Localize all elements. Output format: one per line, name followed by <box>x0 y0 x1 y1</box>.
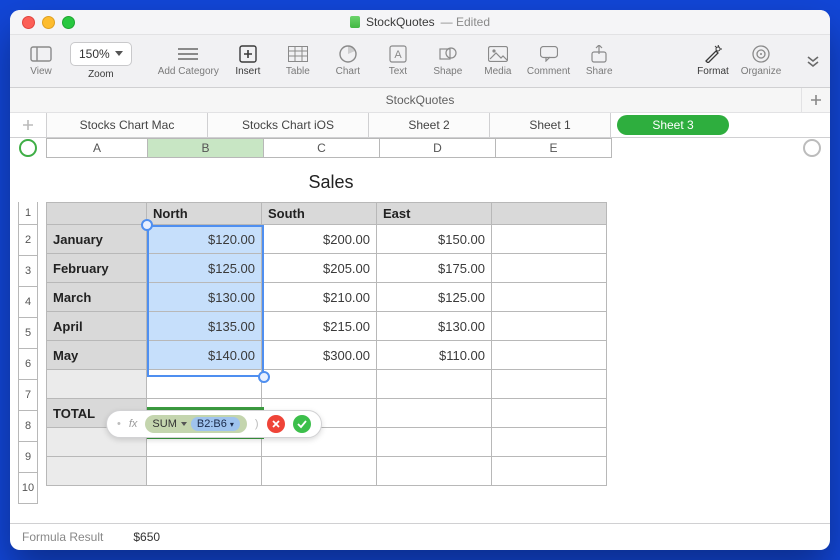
row-header-7[interactable]: 7 <box>18 380 38 411</box>
toolbar: View 150% Zoom Add Category Insert Table… <box>10 35 830 88</box>
sheet-tab-4[interactable]: Sheet 3 <box>617 115 729 135</box>
table-row: March $130.00 $210.00 $125.00 <box>47 283 607 312</box>
circle-icon <box>19 139 37 157</box>
footer: Formula Result $650 <box>10 523 830 550</box>
circle-icon <box>803 139 821 157</box>
header-north[interactable]: North <box>147 203 262 225</box>
row-header-9[interactable]: 9 <box>18 442 38 473</box>
row-header-4[interactable]: 4 <box>18 287 38 318</box>
insert-button[interactable]: Insert <box>227 45 269 77</box>
cancel-formula-button[interactable] <box>267 415 285 433</box>
minimize-button[interactable] <box>42 16 55 29</box>
row-header-2[interactable]: 2 <box>18 225 38 256</box>
zoom-control[interactable]: 150% Zoom <box>70 42 132 80</box>
column-header-row: A B C D E <box>10 138 830 158</box>
sheet-tab-3[interactable]: Sheet 1 <box>490 113 611 137</box>
sheet-canvas[interactable]: Sales North South East January $120.00 $… <box>46 158 830 523</box>
row-header-3[interactable]: 3 <box>18 256 38 287</box>
header-blank[interactable] <box>47 203 147 225</box>
bullet-icon: • <box>117 418 121 430</box>
format-button[interactable]: Format <box>692 45 734 77</box>
footer-label: Formula Result <box>22 530 103 544</box>
col-header-A[interactable]: A <box>46 138 148 158</box>
table-row: April $135.00 $215.00 $130.00 <box>47 312 607 341</box>
chart-button[interactable]: Chart <box>327 45 369 77</box>
formula-arg[interactable]: B2:B6▾ <box>191 417 240 431</box>
view-button[interactable]: View <box>20 45 62 77</box>
table-row: February $125.00 $205.00 $175.00 <box>47 254 607 283</box>
sheet-tab-1[interactable]: Stocks Chart iOS <box>208 113 369 137</box>
window: StockQuotes — Edited View 150% Zoom Add … <box>10 10 830 550</box>
selection-handle-top[interactable] <box>141 219 153 231</box>
col-header-C[interactable]: C <box>264 138 380 158</box>
add-doc-button[interactable] <box>801 88 830 112</box>
table-handle-right[interactable] <box>794 138 830 158</box>
formula-token[interactable]: SUM B2:B6▾ <box>145 415 246 433</box>
formula-editor[interactable]: • fx SUM B2:B6▾ ) <box>106 410 322 438</box>
shape-button[interactable]: Shape <box>427 45 469 77</box>
row-header-8[interactable]: 8 <box>18 411 38 442</box>
close-button[interactable] <box>22 16 35 29</box>
table-handle-left[interactable] <box>10 138 46 158</box>
organize-button[interactable]: Organize <box>740 45 782 77</box>
footer-value: $650 <box>133 530 160 544</box>
col-header-D[interactable]: D <box>380 138 496 158</box>
add-sheet-button[interactable] <box>10 113 47 137</box>
comment-button[interactable]: Comment <box>527 45 570 77</box>
window-controls <box>22 16 75 29</box>
row-header-6[interactable]: 6 <box>18 349 38 380</box>
header-east[interactable]: East <box>377 203 492 225</box>
data-grid[interactable]: North South East January $120.00 $200.00… <box>46 202 607 486</box>
row-header-1[interactable]: 1 <box>18 202 38 225</box>
row-index-gutter: 1 2 3 4 5 6 7 8 9 10 <box>10 158 46 523</box>
doc-state: — Edited <box>441 15 490 29</box>
add-category-button[interactable]: Add Category <box>158 45 219 77</box>
table-button[interactable]: Table <box>277 45 319 77</box>
selection-handle-bottom[interactable] <box>258 371 270 383</box>
row-header-5[interactable]: 5 <box>18 318 38 349</box>
confirm-formula-button[interactable] <box>293 415 311 433</box>
doc-title: StockQuotes <box>366 15 435 29</box>
doc-name-strip: StockQuotes <box>10 88 830 113</box>
doc-icon <box>350 16 360 28</box>
header-south[interactable]: South <box>262 203 377 225</box>
share-button[interactable]: Share <box>578 45 620 77</box>
table-title: Sales <box>46 172 616 193</box>
sheet-tab-0[interactable]: Stocks Chart Mac <box>47 113 208 137</box>
media-button[interactable]: Media <box>477 45 519 77</box>
row-header-10[interactable]: 10 <box>18 473 38 504</box>
sheet-tabs: Stocks Chart Mac Stocks Chart iOS Sheet … <box>10 113 830 138</box>
table-row: January $120.00 $200.00 $150.00 <box>47 225 607 254</box>
fullscreen-button[interactable] <box>62 16 75 29</box>
svg-text:A: A <box>394 49 402 61</box>
text-button[interactable]: A Text <box>377 45 419 77</box>
titlebar: StockQuotes — Edited <box>10 10 830 35</box>
sheet-tab-2[interactable]: Sheet 2 <box>369 113 490 137</box>
col-header-B[interactable]: B <box>148 138 264 158</box>
overflow-button[interactable] <box>804 52 822 70</box>
col-header-E[interactable]: E <box>496 138 612 158</box>
chevron-down-icon <box>181 422 187 426</box>
header-blank2[interactable] <box>492 203 607 225</box>
fx-label: fx <box>129 418 138 430</box>
table-row: May $140.00 $300.00 $110.00 <box>47 341 607 370</box>
